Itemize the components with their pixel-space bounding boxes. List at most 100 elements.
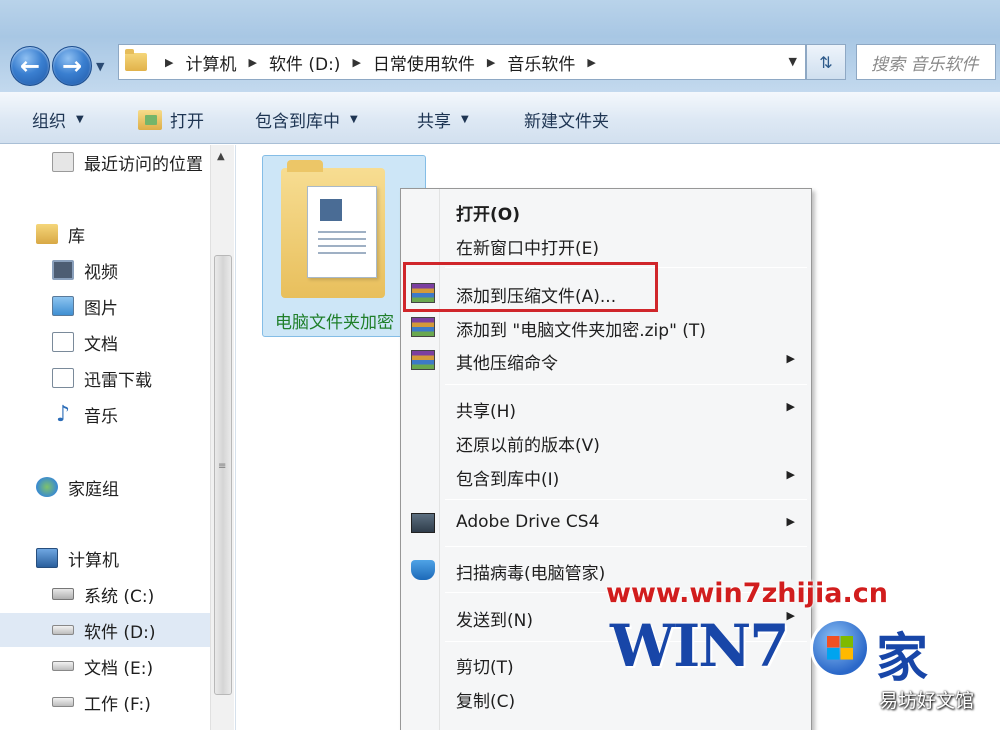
winrar-archive-icon [411,283,435,303]
nav-item-label: 系统 (C:) [84,586,155,607]
nav-item-label: 工作 (F:) [84,694,151,715]
logo-jia-text: 家 [876,628,929,689]
new-folder-button[interactable]: 新建文件夹 [524,107,609,132]
nav-item-drive-c[interactable]: 系统 (C:) [0,577,210,611]
menu-item-adobe-drive[interactable]: Adobe Drive CS4 ▶ [401,507,811,539]
system-drive-icon [52,588,74,600]
open-folder-icon [138,109,162,130]
menu-separator [445,384,807,385]
refresh-button[interactable]: ⇅ [806,44,846,80]
nav-item-label: 家庭组 [68,479,119,500]
menu-item-include-library[interactable]: 包含到库中(I) ▶ [401,460,811,492]
submenu-arrow-icon: ▶ [786,400,795,413]
nav-item-label: 计算机 [68,550,119,571]
menu-item-label: 扫描病毒(电脑管家) [456,564,606,584]
nav-item-label: 文档 (E:) [84,658,154,679]
menu-separator [445,267,807,268]
forward-arrow-icon: → [61,52,83,80]
chevron-down-icon[interactable]: ▼ [789,55,797,68]
submenu-arrow-icon: ▶ [786,468,795,481]
windows-orb-icon [810,618,870,678]
menu-item-other-compress[interactable]: 其他压缩命令 ▶ [401,344,811,376]
chevron-right-icon[interactable]: ▶ [352,56,360,69]
breadcrumb-music-software[interactable]: 音乐软件 [507,50,575,75]
menu-separator [445,499,807,500]
music-note-icon: ♪ [55,401,71,427]
folder-icon [125,49,147,71]
menu-item-share[interactable]: 共享(H) ▶ [401,392,811,424]
menu-item-label: 在新窗口中打开(E) [456,239,600,259]
menu-item-label: Adobe Drive CS4 [456,512,600,532]
video-icon [52,260,74,280]
chevron-right-icon[interactable]: ▶ [487,56,495,69]
site-watermark: 易坊好文馆 [878,690,974,712]
window-chrome: ← → ▼ ▶ 计算机 ▶ 软件 (D:) ▶ 日常使用软件 ▶ 音乐软件 ▶ … [0,0,1000,92]
open-button[interactable]: 打开 [138,107,204,132]
nav-item-xunlei[interactable]: 迅雷下载 [0,361,210,395]
navigation-scrollbar[interactable]: ▲ ≡ [210,145,234,730]
chevron-down-icon: ▼ [461,114,469,125]
nav-item-documents[interactable]: 文档 [0,325,210,359]
homegroup-icon [36,477,58,497]
breadcrumb-computer[interactable]: 计算机 [185,50,236,75]
menu-item-label: 添加到压缩文件(A)... [456,287,617,307]
address-bar[interactable]: ▶ 计算机 ▶ 软件 (D:) ▶ 日常使用软件 ▶ 音乐软件 ▶ ▼ [118,44,806,80]
breadcrumb-drive-d[interactable]: 软件 (D:) [269,50,341,75]
nav-item-label: 软件 (D:) [84,622,156,643]
share-menu[interactable]: 共享 ▼ [417,107,469,132]
nav-item-drive-d[interactable]: 软件 (D:) [0,613,210,647]
nav-item-label: 视频 [84,262,118,283]
share-label: 共享 [417,112,451,132]
back-button[interactable]: ← [10,46,50,86]
recent-pages-dropdown[interactable]: ▼ [96,60,104,73]
library-icon [36,224,58,244]
menu-item-label: 共享(H) [456,402,517,422]
nav-item-drive-e[interactable]: 文档 (E:) [0,649,210,683]
menu-item-label: 还原以前的版本(V) [456,436,600,456]
nav-item-videos[interactable]: 视频 [0,253,210,287]
chevron-right-icon[interactable]: ▶ [248,56,256,69]
refresh-icon: ⇅ [819,52,833,72]
nav-item-recent[interactable]: 最近访问的位置 [0,145,210,179]
drive-icon [52,661,74,671]
nav-item-label: 迅雷下载 [84,370,152,391]
computer-icon [36,548,58,568]
nav-item-label: 音乐 [84,406,118,427]
search-input[interactable]: 搜索 音乐软件 [856,44,996,80]
menu-item-restore-previous[interactable]: 还原以前的版本(V) [401,426,811,458]
document-icon [307,186,377,278]
security-shield-icon [411,560,435,580]
winrar-archive-icon [411,350,435,370]
new-folder-label: 新建文件夹 [524,112,609,132]
menu-item-open-new-window[interactable]: 在新窗口中打开(E) [401,229,811,261]
document-icon [52,332,74,352]
menu-item-label: 剪切(T) [456,658,514,678]
nav-item-pictures[interactable]: 图片 [0,289,210,323]
submenu-arrow-icon: ▶ [786,352,795,365]
nav-item-drive-f[interactable]: 工作 (F:) [0,685,210,719]
forward-button[interactable]: → [52,46,92,86]
nav-item-music[interactable]: ♪ 音乐 [0,397,210,431]
scrollbar-thumb[interactable] [214,255,232,695]
chevron-right-icon[interactable]: ▶ [165,56,173,69]
menu-item-add-zip[interactable]: 添加到 "电脑文件夹加密.zip" (T) [401,311,811,343]
nav-item-label: 库 [68,226,85,247]
watermark-url: www.win7zhijia.cn [606,578,888,609]
chevron-down-icon: ▼ [76,114,84,125]
breadcrumb-daily-software[interactable]: 日常使用软件 [373,50,475,75]
scroll-up-icon[interactable]: ▲ [217,151,225,162]
chevron-right-icon[interactable]: ▶ [587,56,595,69]
command-bar: 组织 ▼ 打开 包含到库中 ▼ 共享 ▼ 新建文件夹 [0,92,1000,144]
nav-item-homegroup[interactable]: 家庭组 [0,470,210,504]
menu-item-add-archive[interactable]: 添加到压缩文件(A)... [401,277,811,309]
nav-item-library[interactable]: 库 [0,217,210,251]
organize-menu[interactable]: 组织 ▼ [32,107,84,132]
menu-item-label: 发送到(N) [456,611,533,631]
include-library-menu[interactable]: 包含到库中 ▼ [255,107,358,132]
nav-item-computer[interactable]: 计算机 [0,541,210,575]
recent-places-icon [52,152,74,172]
menu-item-label: 打开(O) [456,205,520,225]
winrar-archive-icon [411,317,435,337]
win7-logo: WIN7 家 [610,612,950,696]
menu-item-open[interactable]: 打开(O) [401,195,811,227]
